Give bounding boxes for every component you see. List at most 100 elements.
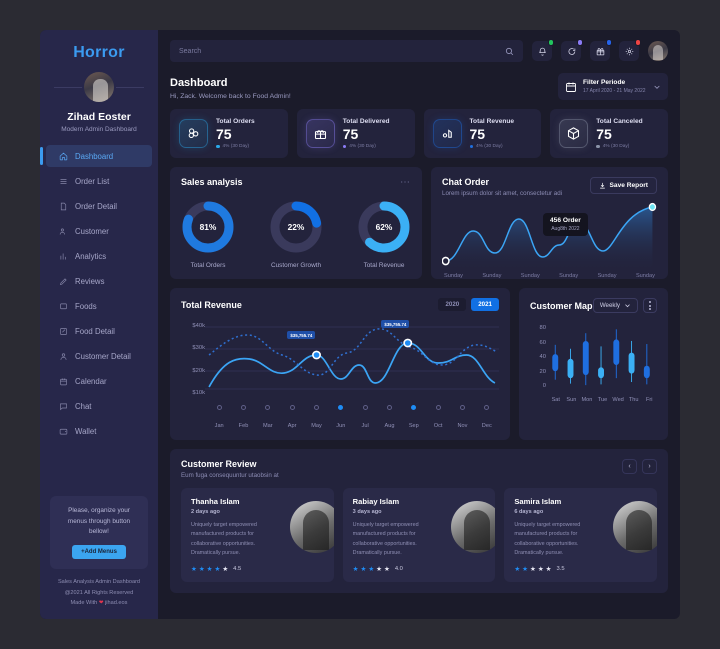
profile-avatar-wrap — [40, 70, 158, 104]
month-tick-sep[interactable]: Sep — [402, 405, 426, 432]
stat-card-total canceled[interactable]: Total Canceled 75 4% (30 Day) — [550, 109, 668, 158]
sidebar-item-dashboard[interactable]: Dashboard — [40, 145, 152, 167]
sidebar-item-label: Analytics — [75, 251, 107, 261]
month-tick-may[interactable]: May — [304, 405, 328, 432]
month-dot — [240, 405, 246, 410]
reviewer-name: Thanha Islam — [191, 497, 240, 506]
sidebar-item-reviews[interactable]: Reviews — [46, 270, 152, 292]
year-2021-button[interactable]: 2021 — [471, 298, 499, 311]
avatar[interactable] — [82, 70, 116, 104]
bell-icon — [538, 47, 546, 56]
review-card[interactable]: Rabiay Islam 3 days ago Uniquely target … — [342, 488, 496, 582]
reviewer-photo — [451, 501, 496, 553]
chat-order-x-axis: Sunday Sunday Sunday Sunday Sunday Sunday — [442, 273, 657, 279]
review-texts: Samira Islam 6 days ago Uniquely target … — [514, 497, 602, 573]
settings-button[interactable] — [619, 39, 641, 61]
stat-card-texts: Total Orders 75 4% (30 Day) — [216, 118, 255, 149]
sidebar-item-food detail[interactable]: Food Detail — [46, 320, 152, 342]
month-tick-dec[interactable]: Dec — [475, 405, 499, 432]
revenue-icon — [432, 119, 462, 148]
edit-square-icon — [60, 327, 67, 335]
star-icon: ★ — [514, 565, 521, 573]
donut-label: Customer Growth — [270, 262, 322, 269]
year-2020-button[interactable]: 2020 — [438, 298, 467, 311]
month-tick-apr[interactable]: Apr — [280, 405, 304, 432]
revenue-label-2: $35,755.74 — [381, 320, 410, 328]
period-select[interactable]: Weekly — [592, 298, 638, 313]
sidebar-item-wallet[interactable]: Wallet — [46, 420, 152, 442]
stat-label: Total Canceled — [596, 118, 643, 125]
review-time: 6 days ago — [514, 509, 544, 515]
sidebar-item-customer detail[interactable]: Customer Detail — [46, 345, 152, 367]
chat-icon — [568, 47, 575, 55]
star-icon: ★ — [376, 565, 382, 573]
star-icon: ★ — [360, 565, 367, 573]
month-tick-oct[interactable]: Oct — [426, 405, 450, 432]
page-title: Dashboard — [170, 77, 228, 89]
customer-map-menu-button[interactable] — [643, 298, 657, 313]
add-menus-button[interactable]: +Add Menus — [72, 545, 126, 560]
save-report-button[interactable]: Save Report — [589, 177, 657, 194]
tooltip-date: Aug8th 2022 — [551, 226, 580, 232]
month-tick-feb[interactable]: Feb — [231, 405, 255, 432]
month-tick-aug[interactable]: Aug — [377, 405, 401, 432]
axis-tick-label: Mon — [581, 397, 593, 403]
top-bar: Search — [170, 39, 668, 62]
star-icon: ★ — [352, 565, 359, 573]
notifications-button[interactable] — [532, 39, 554, 61]
customer-review-subtitle: Eum fuga consequuntur utaobsin at — [181, 472, 279, 479]
stat-card-total orders[interactable]: Total Orders 75 4% (30 Day) — [170, 109, 288, 158]
list-icon — [60, 178, 67, 184]
candle-mon — [582, 333, 589, 386]
search-input[interactable]: Search — [179, 48, 505, 55]
sales-analysis-card: Sales analysis ⋯ 81% Total Orders 22% Cu… — [170, 167, 422, 279]
dots-vertical-icon — [649, 301, 651, 303]
sidebar-item-order list[interactable]: Order List — [46, 170, 152, 192]
user-avatar-button[interactable] — [648, 41, 668, 61]
month-tick-nov[interactable]: Nov — [450, 405, 474, 432]
sidebar-item-calendar[interactable]: Calendar — [46, 370, 152, 392]
review-text: Uniquely target empowered manufactured p… — [514, 522, 581, 557]
axis-tick-label: Fri — [645, 397, 653, 403]
sidebar-item-foods[interactable]: Foods — [46, 295, 152, 317]
messages-button[interactable] — [561, 39, 583, 61]
sidebar-item-customer[interactable]: Customer — [46, 220, 152, 242]
gifts-button[interactable] — [590, 39, 612, 61]
brand-logo[interactable]: Horror — [40, 44, 158, 62]
sidebar-item-analytics[interactable]: Analytics — [46, 245, 152, 267]
axis-tick-label: $30k — [192, 345, 205, 352]
sidebar-item-label: Reviews — [75, 276, 105, 286]
sidebar-item-order detail[interactable]: Order Detail — [46, 195, 152, 217]
search-box[interactable]: Search — [170, 40, 523, 62]
stat-card-total delivered[interactable]: Total Delivered 75 4% (30 Day) — [296, 109, 415, 158]
review-prev-button[interactable]: ‹ — [622, 459, 637, 474]
donut-total revenue: 62% Total Revenue — [357, 200, 411, 269]
donut-label: Total Orders — [190, 262, 226, 269]
stat-card-total revenue[interactable]: Total Revenue 75 4% (30 Day) — [423, 109, 542, 158]
donut-chart-group: 81% Total Orders 22% Customer Growth 62%… — [181, 200, 411, 269]
month-tick-jun[interactable]: Jun — [329, 405, 353, 432]
analytics-row: Sales analysis ⋯ 81% Total Orders 22% Cu… — [170, 167, 668, 279]
review-time: 2 days ago — [191, 509, 220, 515]
review-next-button[interactable]: › — [642, 459, 657, 474]
revenue-label-1: $35,755.74 — [287, 331, 316, 339]
filter-period-dropdown[interactable]: Filter Periode 17 April 2020 - 21 May 20… — [558, 73, 668, 100]
sidebar-item-chat[interactable]: Chat — [46, 395, 152, 417]
candle-sat — [552, 344, 559, 380]
star-icon: ★ — [198, 565, 205, 573]
star-icon: ★ — [537, 565, 544, 573]
axis-tick-label: Nov — [457, 423, 468, 429]
star-icon: ★ — [206, 565, 213, 573]
month-tick-jan[interactable]: Jan — [207, 405, 231, 432]
axis-tick-label: Apr — [287, 423, 297, 429]
dots-horizontal-icon[interactable]: ⋯ — [400, 177, 411, 188]
stat-value: 75 — [216, 126, 232, 142]
month-tick-jul[interactable]: Jul — [353, 405, 377, 432]
month-tick-mar[interactable]: Mar — [256, 405, 280, 432]
reviewer-photo — [613, 501, 658, 553]
review-card[interactable]: Samira Islam 6 days ago Uniquely target … — [504, 488, 658, 582]
axis-tick-label: Sunday — [597, 273, 617, 279]
candle-tue — [598, 346, 604, 385]
sidebar: Horror Zihad Eoster Modern Admin Dashboa… — [40, 30, 158, 619]
review-card[interactable]: Thanha Islam 2 days ago Uniquely target … — [181, 488, 334, 582]
